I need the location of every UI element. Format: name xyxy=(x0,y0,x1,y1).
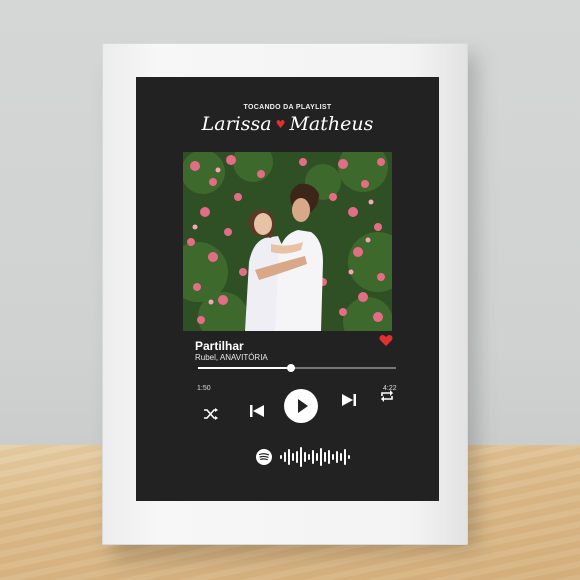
shuffle-icon[interactable] xyxy=(204,408,218,420)
couple-photo xyxy=(183,152,392,331)
heart-icon: ♥ xyxy=(275,118,286,131)
second-name: Matheus xyxy=(289,113,374,135)
progress-knob[interactable] xyxy=(287,364,296,372)
playlist-label: TOCANDO DA PLAYLIST xyxy=(243,104,332,111)
progress-fill xyxy=(198,367,292,369)
play-icon xyxy=(298,399,308,413)
heart-like-icon[interactable] xyxy=(379,334,393,347)
couple-names: Larissa ♥ Matheus xyxy=(136,113,439,135)
photo-illustration xyxy=(183,152,392,331)
next-icon[interactable] xyxy=(342,394,356,406)
repeat-icon[interactable] xyxy=(380,390,394,402)
previous-icon[interactable] xyxy=(250,405,264,417)
first-name: Larissa xyxy=(201,113,272,135)
track-artist: Rubel, ANAVITÓRIA xyxy=(195,353,268,362)
spotify-poster: TOCANDO DA PLAYLIST Larissa ♥ Matheus Pa… xyxy=(136,77,439,501)
elapsed-time: 1:50 xyxy=(197,385,211,392)
track-title: Partilhar xyxy=(195,339,244,353)
spotify-code xyxy=(256,447,350,467)
play-button[interactable] xyxy=(284,389,318,423)
